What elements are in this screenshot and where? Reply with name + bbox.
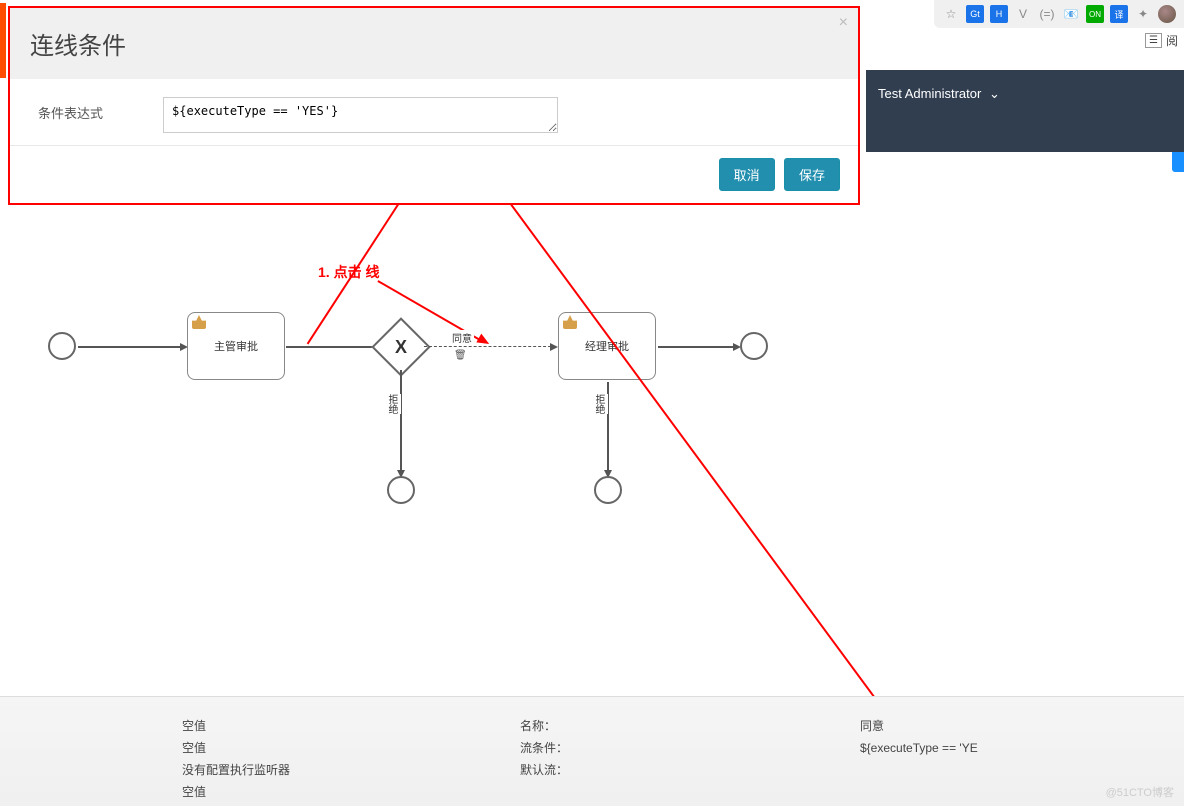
browser-sub-bar: ☰ 阅 xyxy=(1145,32,1178,49)
prop-flowcond-value[interactable]: ${executeType == 'YE xyxy=(860,737,1184,759)
ext-icon-translate[interactable]: 译 xyxy=(1110,5,1128,23)
profile-avatar[interactable] xyxy=(1158,5,1176,23)
flow-label-reject2: 拒绝 xyxy=(589,394,608,414)
app-header: Test Administrator ⌄ xyxy=(866,70,1184,152)
seq-flow-1[interactable] xyxy=(78,346,186,348)
user-task-manager[interactable]: 经理审批 xyxy=(558,312,656,380)
task1-label: 主管审批 xyxy=(214,338,258,354)
flow-condition-modal: 连线条件 × 条件表达式 取消 保存 xyxy=(8,6,860,205)
user-dropdown[interactable]: Test Administrator ⌄ xyxy=(878,86,1000,102)
ext-icon-on[interactable]: ON xyxy=(1086,5,1104,23)
save-button[interactable]: 保存 xyxy=(784,158,840,191)
anno-step2-line xyxy=(456,130,926,767)
props-col-2: 名称： 流条件： 默认流： xyxy=(520,715,860,803)
close-icon[interactable]: × xyxy=(839,14,848,32)
modal-header: 连线条件 × xyxy=(10,8,858,79)
task2-label: 经理审批 xyxy=(585,338,629,354)
prop-empty-1: 空值 xyxy=(182,715,520,737)
chevron-down-icon: ⌄ xyxy=(989,86,1000,101)
prop-flowcond-label[interactable]: 流条件： xyxy=(520,737,860,759)
watermark: @51CTO博客 xyxy=(1106,784,1174,800)
prop-no-listener: 没有配置执行监听器 xyxy=(182,759,520,781)
gateway-x-icon: X xyxy=(380,326,422,368)
trash-icon[interactable]: 🗑 xyxy=(454,350,467,361)
ext-icon-puzzle[interactable]: ✦ xyxy=(1134,5,1152,23)
flow-label-reject1: 拒绝 xyxy=(382,394,401,414)
user-task-supervisor[interactable]: 主管审批 xyxy=(187,312,285,380)
user-name: Test Administrator xyxy=(878,86,981,101)
reader-mode-label: 阅 xyxy=(1166,32,1178,49)
condition-expression-input[interactable] xyxy=(163,97,558,133)
exclusive-gateway[interactable]: X xyxy=(380,326,422,368)
seq-flow-2[interactable] xyxy=(286,346,381,348)
ext-icon-4[interactable]: (=) xyxy=(1038,5,1056,23)
modal-footer: 取消 保存 xyxy=(10,145,858,203)
ext-icon-5[interactable]: 📧 xyxy=(1062,5,1080,23)
seq-flow-reject1[interactable] xyxy=(400,370,402,474)
prop-name-value: 同意 xyxy=(860,715,1184,737)
modal-body: 条件表达式 xyxy=(10,79,858,145)
prop-empty-2: 空值 xyxy=(182,737,520,759)
ext-icon-2[interactable]: H xyxy=(990,5,1008,23)
modal-title: 连线条件 xyxy=(30,26,838,61)
start-event[interactable] xyxy=(48,332,76,360)
reader-mode-icon[interactable]: ☰ xyxy=(1145,33,1162,48)
bookmark-star-icon[interactable]: ☆ xyxy=(942,5,960,23)
condition-expression-label: 条件表达式 xyxy=(38,103,103,122)
seq-flow-agree[interactable] xyxy=(424,346,556,347)
annotation-step1: 1. 点击 线 xyxy=(318,262,379,282)
prop-default-label: 默认流： xyxy=(520,759,860,781)
prop-name-label: 名称： xyxy=(520,715,860,737)
cancel-button[interactable]: 取消 xyxy=(719,158,775,191)
seq-flow-agree-head xyxy=(550,343,558,351)
seq-flow-3[interactable] xyxy=(658,346,738,348)
ext-icon-3[interactable]: V xyxy=(1014,5,1032,23)
props-col-1: 空值 空值 没有配置执行监听器 空值 xyxy=(0,715,520,803)
end-event-reject2[interactable] xyxy=(594,476,622,504)
end-event-reject1[interactable] xyxy=(387,476,415,504)
prop-empty-3: 空值 xyxy=(182,781,520,803)
browser-extensions-bar: ☆ Gt H V (=) 📧 ON 译 ✦ xyxy=(934,0,1184,28)
left-accent-strip xyxy=(0,3,6,78)
flow-label-agree: 同意 xyxy=(450,330,474,345)
end-event-main[interactable] xyxy=(740,332,768,360)
properties-panel: 空值 空值 没有配置执行监听器 空值 名称： 流条件： 默认流： 同意 ${ex… xyxy=(0,696,1184,806)
ext-icon-1[interactable]: Gt xyxy=(966,5,984,23)
